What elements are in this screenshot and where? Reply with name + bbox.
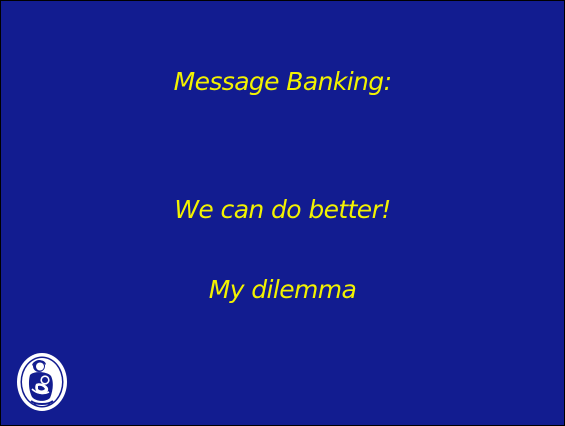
slide-text-line: My dilemma bbox=[208, 275, 357, 304]
slide: Message Banking: We can do better! My di… bbox=[0, 0, 565, 426]
slide-title: Message Banking: bbox=[173, 67, 392, 96]
mother-and-child-emblem-icon bbox=[17, 353, 67, 411]
slide-text-line: We can do better! bbox=[174, 195, 391, 224]
